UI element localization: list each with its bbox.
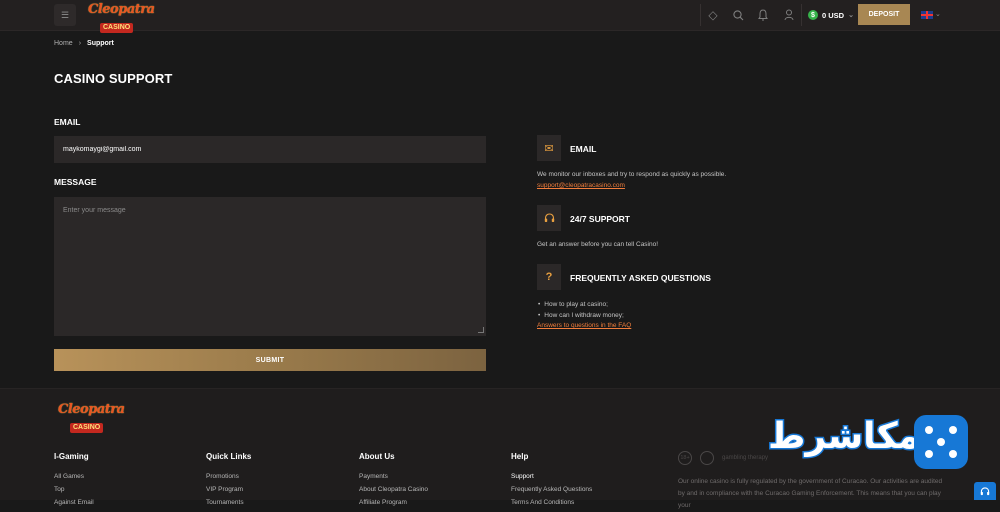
- email-label: EMAIL: [54, 117, 81, 127]
- deposit-button[interactable]: DEPOSIT: [858, 4, 910, 25]
- question-mark-icon: ?: [545, 271, 553, 283]
- search-icon: [732, 9, 743, 20]
- resize-handle[interactable]: [478, 327, 484, 333]
- info-email-text: We monitor our inboxes and try to respon…: [537, 171, 727, 178]
- footer-column-igaming: I-Gaming All Games Top Against Email: [54, 452, 94, 509]
- breadcrumb-current: Support: [87, 40, 114, 47]
- footer-column-title: Quick Links: [206, 452, 252, 461]
- dice-icon: [914, 415, 968, 469]
- dollar-coin-icon: $: [808, 10, 818, 20]
- faq-link[interactable]: Answers to questions in the FAQ: [537, 322, 631, 329]
- envelope-icon: ✉: [544, 142, 554, 155]
- logo-text: Cleopatra: [58, 402, 125, 417]
- info-faq-box: ?: [537, 264, 561, 290]
- vip-button[interactable]: ◇: [702, 4, 724, 26]
- uk-flag-icon[interactable]: [921, 11, 933, 19]
- footer-link[interactable]: VIP Program: [206, 483, 251, 496]
- menu-button[interactable]: ☰: [54, 4, 76, 26]
- footer-column-title: About Us: [359, 452, 395, 461]
- chevron-down-icon: ⌄: [848, 12, 854, 19]
- balance-dropdown[interactable]: $ 0 USD ⌄: [808, 8, 854, 22]
- chevron-right-icon: ›: [78, 40, 82, 47]
- responsible-gaming-badges: 18+ gambling therapy: [678, 451, 768, 465]
- footer-column-help: Help Support Frequently Asked Questions …: [511, 452, 592, 509]
- support-chat-button[interactable]: [974, 482, 996, 500]
- logo-subtext: CASINO: [70, 423, 104, 433]
- footer-column-about: About Us Payments About Cleopatra Casino…: [359, 452, 428, 509]
- balance-value: 0 USD: [822, 10, 845, 20]
- info-support-box: [537, 205, 561, 231]
- footer-link[interactable]: Top: [54, 483, 94, 496]
- faq-list-item: How can I withdraw money;: [538, 310, 623, 321]
- breadcrumb-home[interactable]: Home: [54, 40, 73, 47]
- diamond-icon: ◇: [708, 8, 718, 22]
- watermark-logo: ضامکاشرط: [766, 412, 970, 474]
- footer-link[interactable]: Frequently Asked Questions: [511, 483, 592, 496]
- footer-link[interactable]: Against Email: [54, 496, 94, 509]
- footer-column-title: I-Gaming: [54, 452, 89, 461]
- message-field[interactable]: [54, 197, 486, 336]
- search-button[interactable]: [727, 4, 749, 26]
- gambling-therapy-round-icon: [700, 451, 714, 465]
- notifications-button[interactable]: [752, 4, 774, 26]
- footer-column-quick-links: Quick Links Promotions VIP Program Tourn…: [206, 452, 251, 509]
- footer-link[interactable]: Payments: [359, 470, 428, 483]
- user-icon: [784, 9, 794, 21]
- footer-link[interactable]: Terms And Conditions: [511, 496, 592, 509]
- email-field[interactable]: [54, 136, 486, 163]
- faq-list: How to play at casino; How can I withdra…: [538, 299, 624, 321]
- support-email-link[interactable]: support@cleopatracasino.com: [537, 182, 625, 189]
- footer-link[interactable]: Affiliate Program: [359, 496, 428, 509]
- footer-link[interactable]: Support: [511, 470, 592, 483]
- logo[interactable]: Cleopatra CASINO: [88, 2, 155, 33]
- profile-button[interactable]: [778, 4, 800, 26]
- info-email-box: ✉: [537, 135, 561, 161]
- footer-link[interactable]: Tournaments: [206, 496, 251, 509]
- info-email-title: EMAIL: [570, 144, 597, 154]
- age-18-badge: 18+: [678, 451, 692, 465]
- info-support-text: Get an answer before you can tell Casino…: [537, 241, 659, 248]
- headphones-icon: [980, 486, 990, 495]
- divider: [700, 4, 701, 26]
- chevron-down-icon[interactable]: ⌄: [935, 10, 941, 18]
- info-support-title: 24/7 SUPPORT: [570, 214, 630, 224]
- footer-column-title: Help: [511, 452, 529, 461]
- headphones-icon: [544, 213, 554, 222]
- footer-link[interactable]: Promotions: [206, 470, 251, 483]
- footer-logo[interactable]: Cleopatra CASINO: [58, 402, 125, 433]
- footer-legal-text: Our online casino is fully regulated by …: [678, 478, 943, 509]
- submit-button[interactable]: SUBMIT: [54, 349, 486, 371]
- message-label: MESSAGE: [54, 177, 97, 187]
- gambling-therapy-badge[interactable]: gambling therapy: [722, 455, 768, 461]
- menu-icon: ☰: [60, 9, 70, 20]
- logo-subtext: CASINO: [100, 23, 134, 33]
- divider: [801, 4, 802, 26]
- faq-list-item: How to play at casino;: [538, 299, 624, 310]
- bell-icon: [758, 9, 768, 21]
- info-faq-title: FREQUENTLY ASKED QUESTIONS: [570, 273, 711, 283]
- logo-text: Cleopatra: [88, 2, 155, 17]
- footer-link[interactable]: About Cleopatra Casino: [359, 483, 428, 496]
- breadcrumb: Home › Support: [54, 40, 114, 47]
- footer-link[interactable]: All Games: [54, 470, 94, 483]
- page-title: CASINO SUPPORT: [54, 71, 173, 86]
